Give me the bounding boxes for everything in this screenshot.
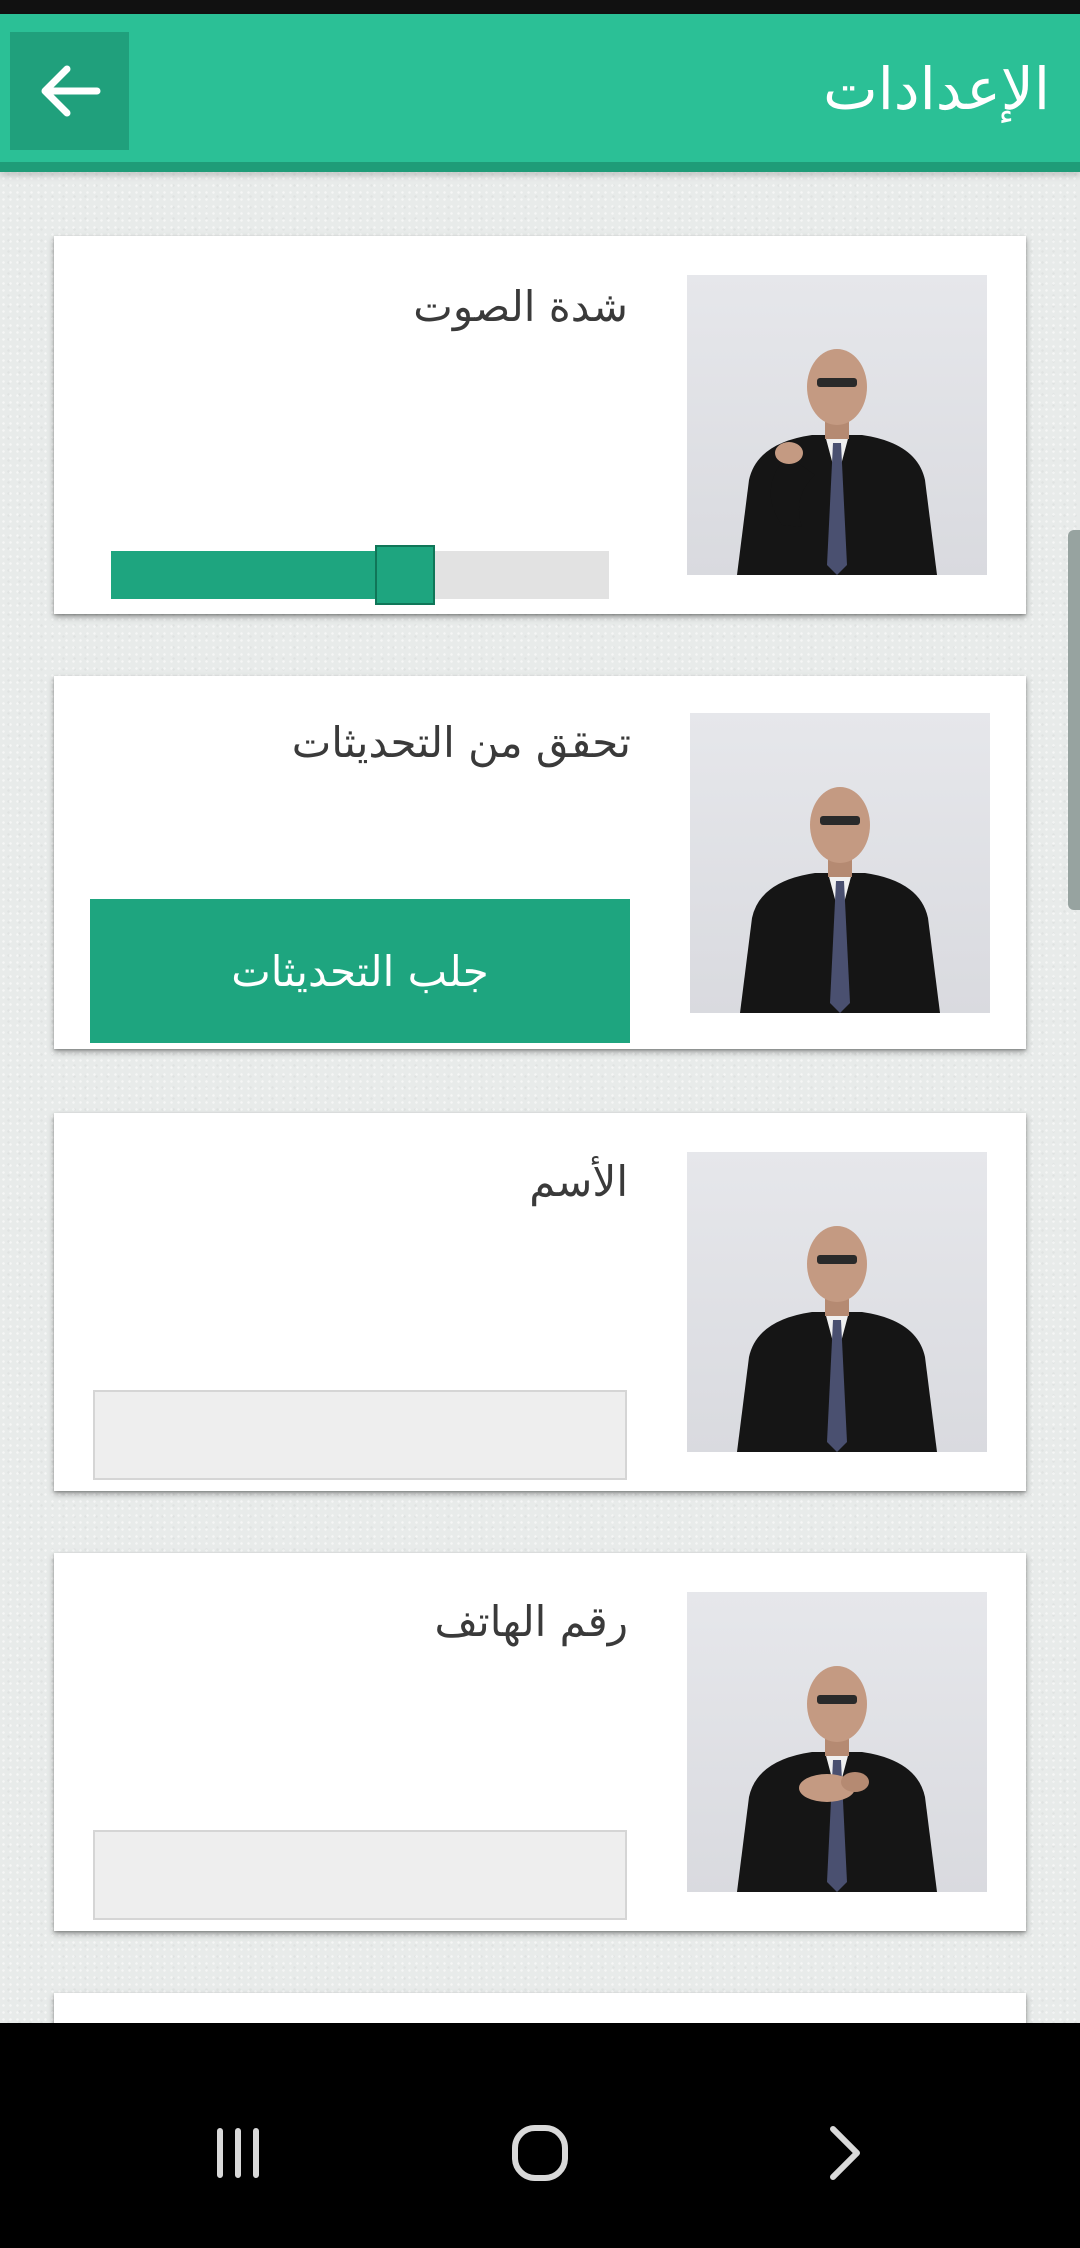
name-field[interactable] — [93, 1390, 627, 1480]
phone-label: رقم الهاتف — [434, 1597, 628, 1646]
home-button[interactable] — [480, 2113, 600, 2193]
sign-language-video[interactable] — [690, 713, 990, 1013]
updates-card: تحقق من التحديثات جلب التحديثات — [54, 676, 1026, 1049]
phone-field[interactable] — [93, 1830, 627, 1920]
back-button[interactable] — [10, 32, 129, 150]
sign-language-video[interactable] — [687, 1152, 987, 1452]
recent-apps-icon — [217, 2128, 259, 2178]
home-icon — [512, 2125, 568, 2181]
back-nav-button[interactable] — [784, 2113, 904, 2193]
app-bar: الإعدادات — [0, 14, 1080, 172]
volume-card: شدة الصوت — [54, 236, 1026, 614]
volume-label: شدة الصوت — [413, 282, 628, 331]
name-label: الأسم — [529, 1157, 628, 1206]
page-title: الإعدادات — [823, 55, 1050, 123]
updates-label: تحقق من التحديثات — [291, 718, 631, 767]
sign-language-video[interactable] — [687, 275, 987, 575]
volume-slider-thumb[interactable] — [375, 545, 435, 605]
volume-slider[interactable] — [111, 545, 609, 605]
recent-apps-button[interactable] — [178, 2113, 298, 2193]
sign-language-video[interactable] — [687, 1592, 987, 1892]
arrow-left-icon — [41, 65, 100, 117]
fetch-updates-button[interactable]: جلب التحديثات — [90, 899, 630, 1043]
system-nav-bar — [0, 2023, 1080, 2248]
status-bar — [0, 0, 1080, 14]
phone-card: رقم الهاتف — [54, 1553, 1026, 1931]
name-card: الأسم — [54, 1113, 1026, 1491]
volume-slider-fill — [111, 551, 405, 599]
scrollbar[interactable] — [1068, 530, 1080, 910]
back-chevron-icon — [830, 2126, 860, 2180]
